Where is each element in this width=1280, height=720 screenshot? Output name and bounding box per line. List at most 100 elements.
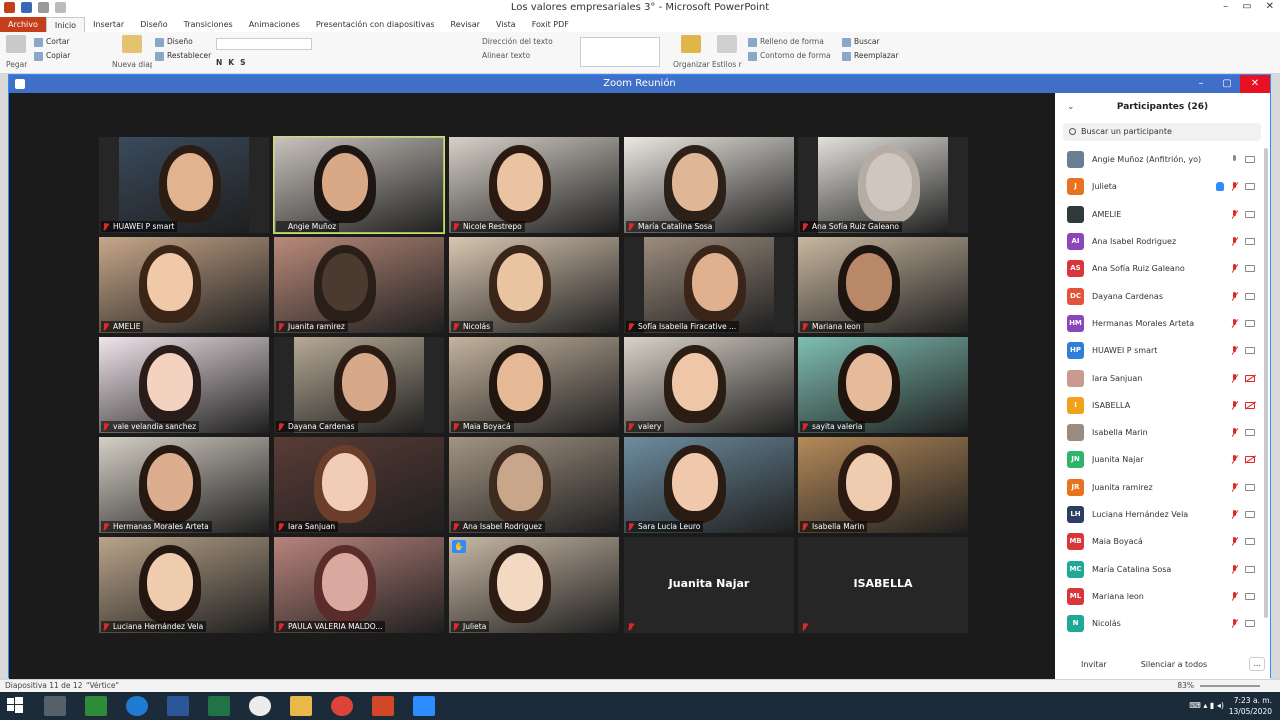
participant-row[interactable]: I ISABELLA (1055, 392, 1265, 419)
video-tile[interactable]: Iara Sanjuan (274, 437, 444, 533)
tab-presentacion[interactable]: Presentación con diapositivas (308, 17, 443, 32)
more-options-button[interactable]: ... (1249, 657, 1266, 671)
video-tile[interactable]: Nicolás (449, 237, 619, 333)
video-tile[interactable]: María Catalina Sosa (624, 137, 794, 233)
align-text-button[interactable]: Alinear texto (482, 49, 553, 63)
participant-row[interactable]: MB Maia Boyacá (1055, 528, 1265, 555)
video-tile[interactable]: Ana Isabel Rodriguez (449, 437, 619, 533)
arrange-button[interactable]: Organizar (673, 58, 710, 72)
zoom-close-icon[interactable]: ✕ (1240, 75, 1270, 93)
video-tile[interactable]: Ana Sofía Ruiz Galeano (798, 137, 968, 233)
taskbar-clock[interactable]: 7:23 a. m. 13/05/2020 (1229, 695, 1272, 717)
participant-row[interactable]: AI Ana Isabel Rodriguez (1055, 228, 1265, 255)
participant-row[interactable]: JN Juanita Najar (1055, 446, 1265, 473)
video-tile[interactable]: Isabella Marin (798, 437, 968, 533)
powerpoint-taskbar-icon[interactable] (372, 696, 394, 716)
participant-row[interactable]: HM Hermanas Morales Arteta (1055, 310, 1265, 337)
cut-button[interactable]: Cortar (34, 35, 70, 49)
minimize-icon[interactable]: – (1223, 1, 1228, 12)
layout-button[interactable]: Diseño (155, 35, 211, 49)
tab-diseno[interactable]: Diseño (132, 17, 175, 32)
store-icon[interactable] (85, 696, 107, 716)
shapes-gallery[interactable] (580, 37, 660, 67)
participant-list-scrollbar[interactable] (1264, 148, 1268, 618)
excel-icon[interactable] (208, 696, 230, 716)
start-button[interactable] (6, 696, 28, 716)
video-tile[interactable]: Maia Boyacá (449, 337, 619, 433)
new-slide-icon[interactable] (122, 35, 142, 53)
video-tile[interactable]: Sofía Isabella Firacative ... (624, 237, 794, 333)
chrome-icon[interactable] (331, 696, 353, 716)
internet-explorer-icon[interactable] (126, 696, 148, 716)
zoom-taskbar-icon[interactable] (413, 696, 435, 716)
participant-row[interactable]: HP HUAWEI P smart (1055, 337, 1265, 364)
video-tile[interactable]: valery (624, 337, 794, 433)
participant-row[interactable]: Isabella Marin (1055, 419, 1265, 446)
video-tile[interactable]: vale velandia sanchez (99, 337, 269, 433)
participant-search-input[interactable]: Buscar un participante (1063, 123, 1261, 141)
video-tile[interactable]: Juanita ramirez (274, 237, 444, 333)
invite-button[interactable]: Invitar (1081, 660, 1107, 669)
tab-animaciones[interactable]: Animaciones (241, 17, 308, 32)
participant-row[interactable]: DC Dayana Cardenas (1055, 282, 1265, 309)
video-tile[interactable]: PAULA VALERIA MALDO... (274, 537, 444, 633)
find-button[interactable]: Buscar (842, 35, 898, 49)
tab-insertar[interactable]: Insertar (85, 17, 132, 32)
video-tile[interactable]: HUAWEI P smart (99, 137, 269, 233)
shape-outline-button[interactable]: Contorno de forma (748, 49, 831, 63)
participant-row[interactable]: LH Luciana Hernández Vela (1055, 501, 1265, 528)
font-name-select[interactable] (216, 38, 312, 50)
mute-all-button[interactable]: Silenciar a todos (1141, 660, 1208, 669)
participant-row[interactable]: Angie Muñoz (Anfitrión, yo) (1055, 146, 1265, 173)
video-tile[interactable]: ✋ Julieta (449, 537, 619, 633)
video-tile[interactable]: ISABELLA (798, 537, 968, 633)
participant-row[interactable]: J Julieta (1055, 173, 1265, 200)
tab-revisar[interactable]: Revisar (443, 17, 488, 32)
zoom-slider[interactable] (1200, 685, 1260, 687)
paste-icon[interactable] (6, 35, 26, 53)
tab-vista[interactable]: Vista (488, 17, 524, 32)
shape-fill-button[interactable]: Relleno de forma (748, 35, 831, 49)
video-tile[interactable]: Dayana Cardenas (274, 337, 444, 433)
participant-row[interactable]: N Nicolás (1055, 610, 1265, 637)
video-tile[interactable]: Nicole Restrepo (449, 137, 619, 233)
zoom-minimize-icon[interactable]: – (1188, 75, 1214, 93)
collapse-chevron-icon[interactable]: ⌄ (1067, 93, 1075, 121)
new-slide-button[interactable]: Nueva diapositiva (112, 58, 152, 72)
participant-row[interactable]: Iara Sanjuan (1055, 364, 1265, 391)
video-tile[interactable]: Juanita Najar (624, 537, 794, 633)
file-explorer-icon[interactable] (290, 696, 312, 716)
video-tile[interactable]: sayita valeria (798, 337, 968, 433)
font-format-buttons[interactable]: NKS (216, 56, 312, 70)
task-view-icon[interactable] (44, 696, 66, 716)
system-tray[interactable]: ⌨ ▴ ▮ ◂) (1189, 701, 1224, 710)
video-tile[interactable]: Sara Lucia Leuro (624, 437, 794, 533)
participant-row[interactable]: ML Mariana leon (1055, 583, 1265, 610)
zoom-maximize-icon[interactable]: ▢ (1214, 75, 1240, 93)
close-icon[interactable]: ✕ (1266, 1, 1274, 12)
tab-foxit-pdf[interactable]: Foxit PDF (524, 17, 577, 32)
video-tile[interactable]: Luciana Hernández Vela (99, 537, 269, 633)
participant-row[interactable]: AS Ana Sofía Ruiz Galeano (1055, 255, 1265, 282)
copy-button[interactable]: Copiar (34, 49, 70, 63)
reset-button[interactable]: Restablecer (155, 49, 211, 63)
tab-inicio[interactable]: Inicio (45, 17, 86, 32)
zoom-level[interactable]: 83% (1177, 680, 1194, 692)
tab-archivo[interactable]: Archivo (0, 17, 46, 32)
participant-row[interactable]: JR Juanita ramirez (1055, 474, 1265, 501)
video-tile[interactable]: AMELIE (99, 237, 269, 333)
video-tile[interactable]: Angie Muñoz (273, 136, 445, 234)
replace-button[interactable]: Reemplazar (842, 49, 898, 63)
video-tile[interactable]: Hermanas Morales Arteta (99, 437, 269, 533)
text-direction-button[interactable]: Dirección del texto (482, 35, 553, 49)
participant-row[interactable]: MC María Catalina Sosa (1055, 555, 1265, 582)
restore-icon[interactable]: ▭ (1242, 1, 1251, 12)
video-tile[interactable]: Mariana leon (798, 237, 968, 333)
word-icon[interactable] (167, 696, 189, 716)
media-app-icon[interactable] (249, 696, 271, 716)
paste-button[interactable]: Pegar (6, 58, 27, 72)
tab-transiciones[interactable]: Transiciones (176, 17, 241, 32)
quick-styles-icon[interactable] (717, 35, 737, 53)
participant-row[interactable]: AMELIE (1055, 201, 1265, 228)
quick-styles-button[interactable]: Estilos rápidos (712, 58, 742, 72)
